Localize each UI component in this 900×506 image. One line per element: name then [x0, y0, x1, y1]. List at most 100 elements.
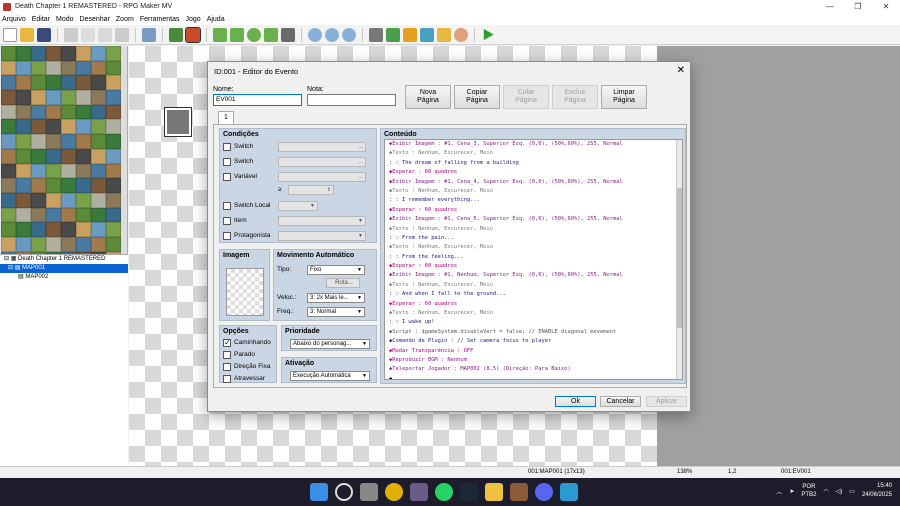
start-icon[interactable]	[310, 483, 328, 501]
tile[interactable]	[1, 192, 16, 208]
name-field[interactable]: EV001	[213, 94, 302, 106]
variable-select[interactable]: ...	[278, 172, 366, 182]
tile[interactable]	[106, 163, 121, 179]
tile[interactable]	[61, 119, 76, 135]
tile[interactable]	[31, 163, 46, 179]
self-switch-checkbox[interactable]	[223, 202, 231, 210]
tile[interactable]	[61, 60, 76, 76]
menu-arquivo[interactable]: Arquivo	[2, 16, 26, 23]
tile[interactable]	[31, 104, 46, 120]
language-indicator[interactable]: POR PTB2	[801, 483, 816, 499]
tile[interactable]	[91, 236, 106, 252]
tile[interactable]	[106, 207, 121, 223]
tile[interactable]	[1, 178, 16, 193]
tile[interactable]	[106, 104, 121, 120]
task-view-icon[interactable]	[360, 483, 378, 501]
command-line[interactable]: ◆Esperar : 60 quadros	[385, 168, 682, 177]
through-checkbox[interactable]	[223, 375, 231, 383]
open-project-icon[interactable]	[20, 27, 34, 42]
norton-icon[interactable]	[385, 483, 403, 501]
clear-page-button[interactable]: Limpar Página	[601, 85, 647, 109]
tile[interactable]	[1, 207, 16, 223]
tileset-palette[interactable]	[1, 46, 121, 282]
tile[interactable]	[46, 222, 61, 237]
new-page-button[interactable]: Nova Página	[405, 85, 451, 109]
tile[interactable]	[31, 60, 46, 76]
send-icon[interactable]: ➤	[789, 488, 794, 495]
tile[interactable]	[46, 134, 61, 149]
tile[interactable]	[31, 90, 46, 105]
paste-page-button[interactable]: Colar Página	[503, 85, 549, 109]
tile[interactable]	[46, 163, 61, 179]
tile[interactable]	[91, 207, 106, 223]
tile[interactable]	[61, 192, 76, 208]
tile[interactable]	[31, 236, 46, 252]
undo-icon[interactable]	[142, 27, 156, 42]
command-line[interactable]: ◆Script : $gameSystem.disableVert = fals…	[385, 328, 682, 337]
shadow-pen-icon[interactable]	[281, 27, 295, 42]
command-line[interactable]: ◆Teleportar Jogador : MAP002 (8,5) (Dire…	[385, 365, 682, 374]
command-line[interactable]: ◆Texto : Nenhum, Escurecer, Meio	[385, 187, 682, 196]
tile[interactable]	[76, 236, 91, 252]
frequency-select[interactable]: 3: Normal ▼	[307, 307, 365, 317]
battery-icon[interactable]: ▭	[849, 488, 855, 495]
fill-icon[interactable]	[264, 27, 278, 42]
priority-select[interactable]: Abaixo do personag... ▼	[290, 339, 370, 349]
switch1-checkbox[interactable]	[223, 143, 231, 151]
tile[interactable]	[1, 148, 16, 164]
tile[interactable]	[106, 134, 121, 149]
tile[interactable]	[106, 119, 121, 135]
self-switch-select[interactable]: ▼	[278, 201, 318, 211]
tile[interactable]	[91, 192, 106, 208]
menu-ajuda[interactable]: Ajuda	[207, 16, 225, 23]
command-line[interactable]: ◆Texto : Nenhum, Escurecer, Meio	[385, 243, 682, 252]
menu-jogo[interactable]: Jogo	[186, 16, 201, 23]
cut-icon[interactable]	[64, 27, 78, 42]
event-commands-list[interactable]: ◆Exibir Imagem : #1, Cena_3, Superior Es…	[384, 139, 683, 380]
tile[interactable]	[61, 75, 76, 91]
item-select[interactable]: ▼	[278, 216, 366, 226]
tile[interactable]	[31, 207, 46, 223]
plugin-manager-icon[interactable]	[386, 27, 400, 42]
tile[interactable]	[76, 119, 91, 135]
paste-icon[interactable]	[98, 27, 112, 42]
tile[interactable]	[61, 163, 76, 179]
tile[interactable]	[106, 75, 121, 91]
command-line[interactable]: ◆Esperar : 60 quadros	[385, 262, 682, 271]
map-mode-icon[interactable]	[169, 27, 183, 42]
tile[interactable]	[61, 236, 76, 252]
command-line[interactable]: ◆Texto : Nenhum, Escurecer, Meio	[385, 225, 682, 234]
tile[interactable]	[16, 148, 31, 164]
tile[interactable]	[46, 46, 61, 61]
switch1-select[interactable]: ...	[278, 142, 366, 152]
actor-select[interactable]: ▼	[278, 231, 366, 241]
tile[interactable]	[16, 163, 31, 179]
copy-page-button[interactable]: Copiar Página	[454, 85, 500, 109]
tile[interactable]	[16, 192, 31, 208]
tile[interactable]	[16, 134, 31, 149]
tile[interactable]	[46, 207, 61, 223]
note-field[interactable]	[307, 94, 396, 106]
copy-icon[interactable]	[81, 27, 95, 42]
rectangle-icon[interactable]	[230, 27, 244, 42]
tile[interactable]	[106, 148, 121, 164]
command-line[interactable]: ◆Texto : Nenhum, Escurecer, Meio	[385, 149, 682, 158]
command-line[interactable]: ◆Reproduzir BGM : Nenhum	[385, 356, 682, 365]
sound-test-icon[interactable]	[403, 27, 417, 42]
tile[interactable]	[16, 75, 31, 91]
tile[interactable]	[61, 222, 76, 237]
command-line[interactable]: : : From the pain...	[385, 234, 682, 243]
command-line[interactable]: ◆Exibir Imagem : #1, Cena_4, Superior Es…	[385, 178, 682, 187]
tile[interactable]	[106, 90, 121, 105]
delete-icon[interactable]	[115, 27, 129, 42]
apply-button[interactable]: Aplicar	[646, 396, 687, 407]
tile[interactable]	[76, 134, 91, 149]
tileset-scrollbar[interactable]	[121, 46, 127, 282]
save-project-icon[interactable]	[37, 27, 51, 42]
tile[interactable]	[46, 119, 61, 135]
page-tab-1[interactable]: 1	[218, 111, 234, 124]
command-line[interactable]: ◆Exibir Imagem : #1, Cena_3, Superior Es…	[385, 140, 682, 149]
tile[interactable]	[91, 163, 106, 179]
delete-page-button[interactable]: Excluir Página	[552, 85, 598, 109]
discord-icon[interactable]	[535, 483, 553, 501]
